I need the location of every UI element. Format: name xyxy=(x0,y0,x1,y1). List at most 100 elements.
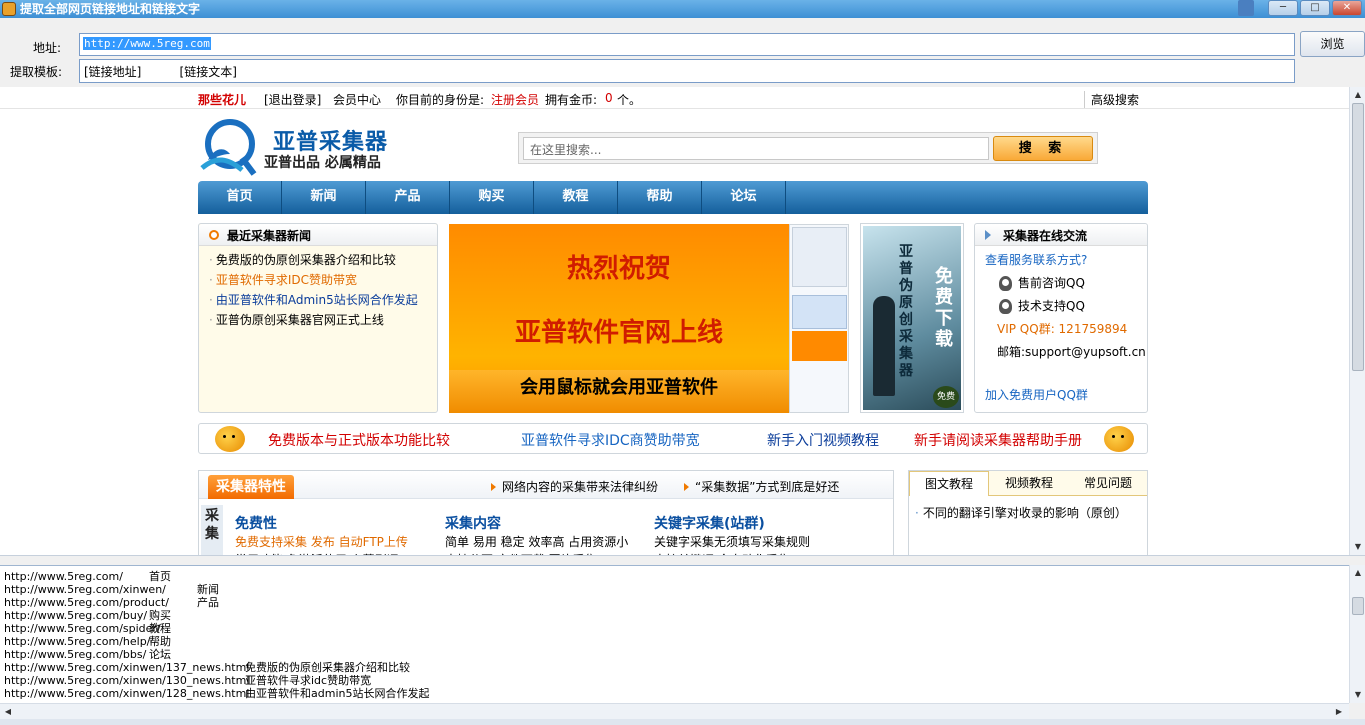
person-silhouette-icon xyxy=(873,296,895,396)
banner-line-3: 会用鼠标就会用亚普软件 xyxy=(449,370,789,413)
tutorial-entry[interactable]: 不同的翻译引擎对收录的影响（原创） xyxy=(915,504,1127,521)
coins-value: 0 xyxy=(605,91,613,105)
output-hscrollbar[interactable]: ◀ ▶ xyxy=(0,703,1349,719)
scroll-down-icon[interactable]: ▼ xyxy=(1352,541,1364,553)
identity-value: 注册会员 xyxy=(491,93,540,107)
output-url: http://www.5reg.com/buy/ xyxy=(4,609,148,622)
news-panel-title: 最近采集器新闻 xyxy=(227,229,312,243)
advanced-search-link[interactable]: 高级搜索 xyxy=(1084,91,1139,108)
close-button[interactable]: ✕ xyxy=(1332,0,1362,16)
output-text: 产品 xyxy=(197,596,219,609)
triangle-icon xyxy=(985,230,991,240)
presale-qq-row[interactable]: 售前咨询QQ xyxy=(999,274,1085,291)
tab-video-tutorial[interactable]: 视频教程 xyxy=(989,471,1069,496)
news-item[interactable]: 亚普伪原创采集器官网正式上线 xyxy=(209,310,418,330)
thumbnail-screenshot[interactable] xyxy=(792,227,847,287)
qq-icon xyxy=(999,299,1012,314)
nav-tutorial[interactable]: 教程 xyxy=(534,181,618,214)
output-url: http://www.5reg.com/ xyxy=(4,570,123,583)
features-panel: 采集器特性 网络内容的采集带来法律纠纷 “采集数据”方式到底是好还 采集 免费性… xyxy=(198,470,894,567)
site-top-strip: 那些花儿 [退出登录] 会员中心 你目前的身份是: 注册会员 拥有金币: 0 个… xyxy=(0,87,1349,109)
news-item[interactable]: 亚普软件寻求IDC赞助带宽 xyxy=(209,270,418,290)
contact-link[interactable]: 查看服务联系方式? xyxy=(985,251,1087,268)
promo-banner[interactable]: 热烈祝贺 亚普软件官网上线 会用鼠标就会用亚普软件 xyxy=(449,224,789,413)
nav-help[interactable]: 帮助 xyxy=(618,181,702,214)
tiger-mascot-icon xyxy=(1104,426,1134,452)
scroll-thumb[interactable] xyxy=(1352,103,1364,371)
tab-image-tutorial[interactable]: 图文教程 xyxy=(909,471,989,496)
nav-news[interactable]: 新闻 xyxy=(282,181,366,214)
scroll-up-icon[interactable]: ▲ xyxy=(1352,567,1364,579)
presale-qq-label: 售前咨询QQ xyxy=(1018,276,1085,290)
feature-article-link[interactable]: 网络内容的采集带来法律纠纷 xyxy=(491,478,658,495)
ad-badge: 免费 xyxy=(933,386,959,408)
output-text: 论坛 xyxy=(149,648,171,661)
features-tag: 采集器特性 xyxy=(208,475,294,499)
browse-button[interactable]: 浏览 xyxy=(1300,31,1365,57)
output-url: http://www.5reg.com/product/ xyxy=(4,596,169,609)
coins-label: 拥有金币: xyxy=(545,93,598,107)
minimize-button[interactable]: ─ xyxy=(1268,0,1298,16)
banner-line-2: 亚普软件官网上线 xyxy=(514,318,723,348)
feature-title[interactable]: 关键字采集(站群) xyxy=(654,513,765,533)
quick-link[interactable]: 新手入门视频教程 xyxy=(767,430,879,450)
thumbnail-screenshot[interactable] xyxy=(792,331,847,361)
feature-text: 关键字采集无须填写采集规则 xyxy=(654,535,811,549)
scroll-thumb[interactable] xyxy=(1352,597,1364,615)
scroll-left-icon[interactable]: ◀ xyxy=(2,706,14,718)
scroll-down-icon[interactable]: ▼ xyxy=(1352,689,1364,701)
tab-faq[interactable]: 常见问题 xyxy=(1069,471,1147,496)
quick-link[interactable]: 亚普软件寻求IDC商赞助带宽 xyxy=(521,430,700,450)
site-search-input[interactable]: 在这里搜索... xyxy=(523,137,989,160)
address-value: http://www.5reg.com xyxy=(83,37,211,50)
address-input[interactable]: http://www.5reg.com xyxy=(79,33,1295,56)
username-link[interactable]: 那些花儿 xyxy=(198,91,246,108)
output-url: http://www.5reg.com/xinwen/ xyxy=(4,583,166,596)
output-url: http://www.5reg.com/xinwen/128_news.html xyxy=(4,687,250,700)
browser-scrollbar[interactable]: ▲ ▼ xyxy=(1349,87,1365,555)
ad-vertical-download: 免费下载 xyxy=(935,266,953,350)
news-item[interactable]: 由亚普软件和Admin5站长网合作发起 xyxy=(209,290,418,310)
maximize-button[interactable]: □ xyxy=(1300,0,1330,16)
logo-slogan: 亚普出品 必属精品 xyxy=(264,155,381,171)
nav-forum[interactable]: 论坛 xyxy=(702,181,786,214)
tech-qq-row[interactable]: 技术支持QQ xyxy=(999,297,1085,314)
output-textarea[interactable]: http://www.5reg.com/首页 http://www.5reg.c… xyxy=(0,565,1349,703)
feature-article-link[interactable]: “采集数据”方式到底是好还 xyxy=(684,478,839,495)
member-center-link[interactable]: 会员中心 xyxy=(333,91,381,108)
nav-home[interactable]: 首页 xyxy=(198,181,282,214)
splitter[interactable] xyxy=(0,555,1365,565)
feature-title[interactable]: 采集内容 xyxy=(445,513,501,533)
banner-line-1: 热烈祝贺 xyxy=(566,254,671,284)
window-title: 提取全部网页链接地址和链接文字 xyxy=(20,2,201,16)
download-ad[interactable]: 亚普伪原创采集器 免费下载 免费 xyxy=(860,223,964,413)
quick-link[interactable]: 新手请阅读采集器帮助手册 xyxy=(914,430,1082,450)
nav-buy[interactable]: 购买 xyxy=(450,181,534,214)
tiger-mascot-icon xyxy=(215,426,245,452)
news-list: 免费版的伪原创采集器介绍和比较 亚普软件寻求IDC赞助带宽 由亚普软件和Admi… xyxy=(209,250,418,330)
thumbnail-screenshot[interactable] xyxy=(792,295,847,329)
output-url: http://www.5reg.com/xinwen/130_news.html xyxy=(4,674,250,687)
nav-products[interactable]: 产品 xyxy=(366,181,450,214)
feature-title[interactable]: 免费性 xyxy=(235,513,277,533)
quick-link[interactable]: 免费版本与正式版本功能比较 xyxy=(268,430,450,450)
template-input[interactable]: [链接地址] [链接文本] xyxy=(79,59,1295,83)
pin-icon[interactable] xyxy=(1238,0,1254,16)
news-panel: 最近采集器新闻 免费版的伪原创采集器介绍和比较 亚普软件寻求IDC赞助带宽 由亚… xyxy=(198,223,438,413)
coins-suffix: 个。 xyxy=(617,93,642,107)
scroll-up-icon[interactable]: ▲ xyxy=(1352,89,1364,101)
output-text: 免费版的伪原创采集器介绍和比较 xyxy=(245,661,410,674)
banner-thumbnails[interactable] xyxy=(789,224,849,413)
app-icon xyxy=(2,2,16,16)
news-item[interactable]: 免费版的伪原创采集器介绍和比较 xyxy=(209,250,418,270)
scroll-right-icon[interactable]: ▶ xyxy=(1333,706,1345,718)
output-text: 亚普软件寻求idc赞助带宽 xyxy=(245,674,372,687)
status-bar xyxy=(0,719,1365,725)
output-scrollbar[interactable]: ▲ ▼ xyxy=(1349,565,1365,703)
free-group-link[interactable]: 加入免费用户QQ群 xyxy=(985,386,1088,403)
support-email: 邮箱:support@yupsoft.cn xyxy=(997,345,1146,359)
logout-link[interactable]: [退出登录] xyxy=(264,91,321,108)
feature-text: 简单 易用 稳定 效率高 占用资源小 xyxy=(445,535,629,549)
qq-icon xyxy=(999,276,1012,291)
site-search-button[interactable]: 搜 索 xyxy=(993,136,1093,161)
